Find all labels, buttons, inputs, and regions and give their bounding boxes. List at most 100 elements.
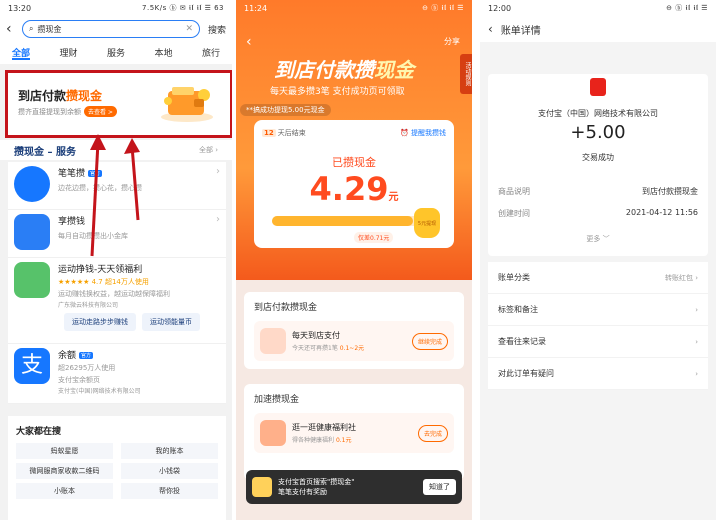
tab-finance[interactable]: 理财 — [59, 46, 77, 60]
service-desc: 支付宝余额页 — [58, 376, 100, 384]
red-envelope-icon — [590, 78, 606, 96]
task-section-boost: 加速攒现金 逛一逛健康福利社 得各种健康福利 0.1元 去完成 — [244, 384, 464, 480]
result-tabs: 全部 理财 服务 本地 旅行 — [0, 42, 232, 64]
status-icons: ⊖ ⓑ 𝖎𝖑 𝖎𝖑 ☰ — [422, 4, 464, 12]
countdown: 12 天后结束 — [262, 129, 306, 137]
section-title: 到店付款攒现金 — [254, 303, 318, 313]
tab-all[interactable]: 全部 — [12, 46, 31, 60]
task-desc: 今天还可再攒1笔 0.1~2元 — [292, 345, 365, 352]
task-name: 每天到店支付 — [292, 331, 340, 340]
search-icon: ⌕ — [29, 24, 34, 33]
shop-icon — [260, 328, 286, 354]
pill-walk-earn[interactable]: 运动走路步步赚钱 — [64, 313, 136, 331]
hot-search-item[interactable]: 蚂蚁星愿 — [16, 443, 113, 459]
bill-amount: +5.00 — [570, 122, 626, 143]
hot-search-item[interactable]: 小钱袋 — [121, 463, 218, 479]
merchant-name: 支付宝（中国）网络技术有限公司 — [538, 109, 658, 118]
promo-banner[interactable]: 到店付款攒现金 攒齐直接提现到余额 去查看 > — [5, 70, 232, 138]
bill-detail-screen: 12:00 ⊖ ⓑ 𝖎𝖑 𝖎𝖑 ☰ ‹ 账单详情 支付宝（中国）网络技术有限公司… — [480, 0, 716, 520]
toast-text: 支付宝首页搜索"攒现金" 笔笔支付有奖励 — [278, 478, 355, 496]
bill-status: 交易成功 — [582, 153, 614, 162]
list-item-tags[interactable]: 标签和备注 › — [488, 294, 708, 326]
saved-cash-card: 12 天后结束 ⏰ 提醒我攒钱 已攒现金 4.29元 5元提现 仅差0.71元 — [254, 120, 454, 248]
service-org: 支付宝(中国)网络技术有限公司 — [58, 388, 141, 395]
list-item-category[interactable]: 账单分类 转账红包 › — [488, 262, 708, 294]
service-item-balance[interactable]: 支 余额 官方 超26295万人使用 支付宝余额页 支付宝(中国)网络技术有限公司 — [8, 344, 226, 404]
money-bag-icon: 5元提现 — [414, 208, 440, 238]
status-bar: 11:24 ⊖ ⓑ 𝖎𝖑 𝖎𝖑 ☰ — [236, 0, 472, 16]
progress-bar — [272, 216, 436, 226]
banner-subtitle: 攒齐直接提现到余额 去查看 > — [18, 106, 117, 117]
activity-subtitle: 每天最多攒3笔 支付成功页可领取 — [270, 87, 405, 97]
nav-bar: ‹ 账单详情 — [480, 16, 716, 42]
more-button[interactable]: 更多 ﹀ — [488, 234, 708, 244]
hot-search-item[interactable]: 微网服商家收款二维码 — [16, 463, 113, 479]
chevron-right-icon: › — [216, 166, 220, 177]
smiley-icon — [14, 166, 50, 202]
tab-travel[interactable]: 旅行 — [202, 46, 220, 60]
annotation-arrows-icon — [90, 134, 140, 257]
pill-energy-coin[interactable]: 运动领能量币 — [142, 313, 200, 331]
status-time: 13:20 — [8, 3, 32, 13]
section-title: 攒现金 – 服务 — [14, 146, 76, 158]
detail-row-time: 创建时间 2021-04-12 11:56 — [498, 208, 698, 218]
remind-me-button[interactable]: ⏰ 提醒我攒钱 — [400, 128, 446, 138]
shield-icon — [260, 420, 286, 446]
bill-summary-card: 支付宝（中国）网络技术有限公司 +5.00 交易成功 商品说明 到店付款攒现金 创… — [488, 74, 708, 256]
wallet-icon — [252, 477, 272, 497]
status-time: 12:00 — [488, 3, 512, 13]
search-button[interactable]: 搜索 — [208, 23, 226, 36]
status-bar: 12:00 ⊖ ⓑ 𝖎𝖑 𝖎𝖑 ☰ — [480, 0, 716, 16]
tab-local[interactable]: 本地 — [154, 46, 172, 60]
list-item-question[interactable]: 对此订单有疑问 › — [488, 358, 708, 390]
show-all-link[interactable]: 全部 › — [199, 145, 218, 155]
status-time: 11:24 — [244, 3, 268, 13]
status-icons: 7.5K/s ⓑ ✉ 𝖎𝖑 𝖎𝖑 ☰ 63 — [142, 4, 224, 12]
banner-title: 到店付款攒现金 — [18, 89, 103, 103]
service-item-sport[interactable]: 运动挣钱-天天领福利 ★★★★★ 4.7 超14万人使用 运动赚钱换权益，越运动… — [8, 258, 226, 344]
banner-cta-button[interactable]: 去查看 > — [84, 106, 117, 117]
task-item[interactable]: 逛一逛健康福利社 得各种健康福利 0.1元 去完成 — [254, 413, 454, 453]
search-results-screen: 13:20 7.5K/s ⓑ ✉ 𝖎𝖑 𝖎𝖑 ☰ 63 ‹ ⌕ 攒现金 ✕ 搜索… — [0, 0, 232, 520]
rules-tab[interactable]: 活动规则 — [460, 54, 472, 94]
back-arrow-icon[interactable]: ‹ — [246, 34, 252, 50]
runner-icon — [14, 262, 50, 298]
saved-amount: 4.29元 — [309, 170, 399, 208]
chevron-right-icon: › — [216, 214, 220, 225]
service-rating: 超26295万人使用 — [58, 364, 116, 372]
status-bar: 13:20 7.5K/s ⓑ ✉ 𝖎𝖑 𝖎𝖑 ☰ 63 — [0, 0, 232, 16]
hot-search-item[interactable]: 小账本 — [16, 483, 113, 499]
tab-service[interactable]: 服务 — [107, 46, 125, 60]
search-query: 攒现金 — [37, 24, 62, 34]
section-title: 加速攒现金 — [254, 395, 300, 405]
hot-search-item[interactable]: 帮你投 — [121, 483, 218, 499]
list-item-history[interactable]: 查看往来记录 › — [488, 326, 708, 358]
hot-search-section: 大家都在搜 蚂蚁星愿 我的账本 微网服商家收款二维码 小钱袋 小账本 帮你投 — [8, 416, 226, 520]
got-it-button[interactable]: 知道了 — [423, 479, 456, 495]
task-section-pay: 到店付款攒现金 每天到店支付 今天还可再攒1笔 0.1~2元 继续完成 — [244, 292, 464, 369]
hint-toast: 支付宝首页搜索"攒现金" 笔笔支付有奖励 知道了 — [246, 470, 462, 504]
clear-icon[interactable]: ✕ — [185, 24, 193, 34]
withdraw-tip: **搞成功提现5.00元现金 — [240, 104, 331, 116]
task-item[interactable]: 每天到店支付 今天还可再攒1笔 0.1~2元 继续完成 — [254, 321, 454, 361]
hot-search-item[interactable]: 我的账本 — [121, 443, 218, 459]
progress-fill — [272, 216, 414, 226]
status-icons: ⊖ ⓑ 𝖎𝖑 𝖎𝖑 ☰ — [666, 4, 708, 12]
share-button[interactable]: 分享 — [444, 36, 460, 47]
cash-saving-activity-screen: 11:24 ⊖ ⓑ 𝖎𝖑 𝖎𝖑 ☰ ‹ 分享 活动规则 到店付款攒现金 每天最多… — [236, 0, 472, 520]
alipay-logo-icon: 支 — [14, 348, 50, 384]
hot-search-title: 大家都在搜 — [16, 427, 62, 437]
wallet-illustration-icon — [161, 87, 213, 122]
page-title: 账单详情 — [500, 25, 541, 37]
continue-button[interactable]: 继续完成 — [411, 332, 448, 350]
service-rating: ★★★★★ 4.7 超14万人使用 — [58, 278, 149, 286]
activity-title: 到店付款攒现金 — [274, 58, 414, 82]
service-org: 广东微云科技有限公司 — [58, 302, 119, 309]
do-task-button[interactable]: 去完成 — [417, 424, 448, 442]
task-desc: 得各种健康福利 0.1元 — [292, 437, 352, 444]
search-input[interactable]: ⌕ 攒现金 ✕ — [22, 20, 200, 38]
service-name: 余额 官方 — [58, 351, 94, 361]
back-arrow-icon[interactable]: ‹ — [6, 21, 22, 37]
back-arrow-icon[interactable]: ‹ — [488, 22, 493, 36]
remaining-badge: 仅差0.71元 — [354, 232, 394, 243]
